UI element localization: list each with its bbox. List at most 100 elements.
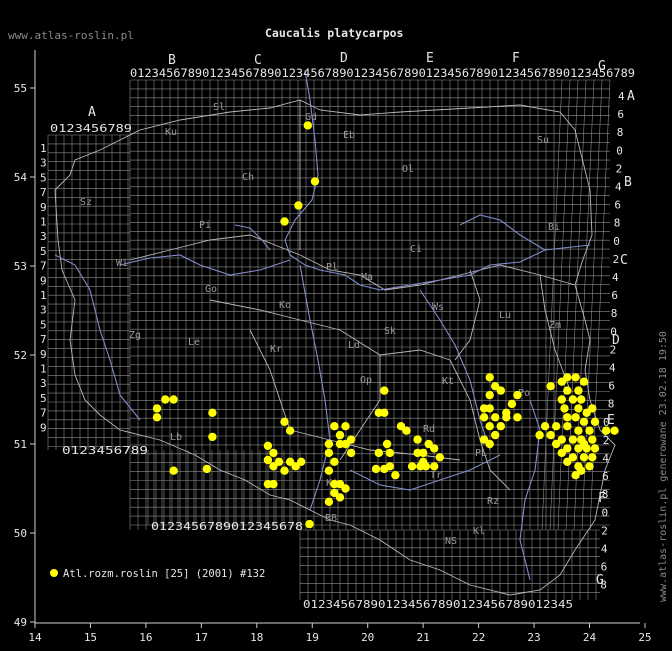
occurrence-point [430, 444, 439, 453]
legend-marker [50, 569, 58, 577]
occurrence-point [371, 464, 381, 474]
occurrence-point [385, 462, 395, 471]
x-tick-label: 20 [361, 631, 374, 644]
grid-digit: 5 [40, 318, 47, 331]
occurrence-point [485, 373, 494, 382]
y-tick-label: 53 [14, 260, 27, 273]
grid-letter: G [596, 573, 604, 588]
grid-digit: 8 [614, 217, 621, 230]
occurrence-point [202, 464, 212, 474]
grid-letter: B [168, 53, 176, 68]
region-label: Ws [432, 302, 444, 313]
grid-digit: 4 [601, 543, 608, 556]
grid-digit: 7 [40, 186, 47, 199]
region-label: Ma [361, 272, 373, 283]
occurrence-point [546, 382, 555, 391]
y-tick-label: 55 [14, 82, 27, 95]
region-label: Bi [548, 222, 560, 233]
region-label: Eb [343, 130, 355, 141]
map-title: Caucalis platycarpos [265, 26, 403, 40]
grid-digit: 3 [40, 157, 47, 170]
grid-digit: 8 [608, 398, 615, 411]
occurrence-point [402, 426, 411, 435]
x-tick-label: 14 [28, 631, 42, 644]
occurrence-point [374, 448, 383, 458]
occurrence-point [346, 448, 356, 458]
grid-digit: 4 [612, 271, 619, 284]
occurrence-point [557, 395, 566, 404]
grid-digit: 1 [40, 363, 47, 376]
occurrence-point [413, 435, 422, 444]
grid-digit: 5 [40, 245, 47, 258]
occurrence-point [324, 448, 334, 458]
occurrence-point [280, 417, 289, 426]
region-label: Zg [129, 330, 141, 341]
grid-digit: 6 [602, 470, 609, 483]
occurrence-point [341, 484, 350, 493]
region-label: Zm [549, 320, 561, 331]
grid-letter: C [254, 53, 262, 68]
grid-digit: 6 [611, 289, 618, 302]
grid-letter: F [598, 491, 606, 506]
occurrence-point [330, 422, 339, 431]
region-label: BB [325, 513, 337, 524]
region-label: Le [188, 337, 200, 348]
region-label: Pl [326, 262, 338, 273]
occurrence-point [563, 373, 572, 382]
x-tick-label: 19 [306, 631, 319, 644]
grid-digit: 7 [40, 333, 47, 346]
grid-digit: 5 [40, 171, 47, 184]
occurrence-point [285, 426, 295, 435]
grid-digit: 2 [601, 524, 608, 537]
legend-label: Atl.rozm.roslin [25] (2001) #132 [63, 568, 265, 580]
occurrence-point [579, 453, 589, 462]
grid-letter: A [88, 105, 96, 120]
occurrence-point [263, 455, 273, 465]
grid-digit: 3 [40, 304, 47, 317]
occurrence-point [485, 390, 494, 400]
occurrence-point [421, 462, 431, 471]
occurrence-point [280, 466, 289, 475]
occurrence-point [161, 395, 170, 404]
occurrence-point [574, 426, 583, 435]
grid-digit: 9 [40, 421, 47, 434]
occurrence-point [152, 413, 162, 422]
grid-letter: A [627, 89, 635, 104]
region-label: Lb [170, 432, 182, 443]
x-tick-label: 22 [472, 631, 485, 644]
grid-letter: D [340, 51, 348, 66]
grid-digits-bottom-mid: 0123456789012345678 [151, 520, 303, 533]
occurrence-point [588, 453, 597, 462]
occurrence-point [563, 422, 572, 431]
occurrence-point [546, 430, 555, 440]
occurrence-point [385, 448, 395, 458]
x-tick-label: 23 [527, 631, 540, 644]
occurrence-point [577, 395, 586, 404]
occurrence-point [324, 497, 334, 506]
occurrence-point [579, 417, 589, 426]
occurrence-point [563, 386, 572, 395]
occurrence-point [305, 519, 314, 529]
grid-digit: 0 [613, 235, 620, 248]
occurrence-point [502, 408, 511, 417]
occurrence-point [585, 426, 594, 435]
distribution-map: 14 15 16 17 18 19 20 21 22 23 24 25 55545352515049 … [0, 0, 672, 651]
x-tick-label: 18 [250, 631, 263, 644]
occurrence-point [341, 439, 350, 449]
occurrence-point [574, 386, 583, 395]
occurrence-point [263, 441, 273, 450]
region-label: Ld [348, 340, 360, 351]
site-url: www.atlas-roslin.pl [8, 29, 134, 42]
occurrence-point [274, 457, 284, 466]
grid-letter: F [512, 51, 520, 66]
occurrence-point [590, 444, 600, 453]
grid-letter: C [620, 253, 628, 268]
grid-digit: 9 [40, 274, 47, 287]
occurrence-point [568, 395, 578, 404]
grid-digit: 9 [40, 348, 47, 361]
occurrence-point [391, 471, 400, 480]
occurrence-point [568, 435, 578, 444]
occurrence-point [169, 395, 178, 404]
occurrence-point [571, 471, 580, 480]
occurrence-point [552, 439, 561, 449]
